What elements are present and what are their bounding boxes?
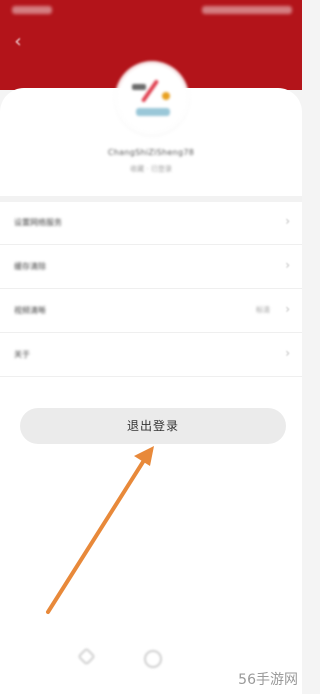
menu-item-label: 缓存清除 bbox=[14, 262, 46, 271]
back-button[interactable]: ‹ bbox=[8, 30, 28, 54]
profile-card bbox=[0, 88, 302, 694]
profile-subline: 收藏 · 已登录 bbox=[130, 165, 172, 173]
avatar[interactable] bbox=[118, 64, 186, 132]
avatar-art bbox=[136, 108, 170, 116]
chevron-right-icon: › bbox=[285, 214, 290, 228]
logout-button[interactable]: 退出登录 bbox=[20, 408, 286, 444]
menu-item[interactable]: 关于 › bbox=[0, 334, 302, 377]
chevron-left-icon: ‹ bbox=[14, 31, 22, 52]
chevron-right-icon: › bbox=[285, 302, 290, 316]
nav-back-icon[interactable] bbox=[77, 647, 96, 666]
menu-item-value: 标清 bbox=[256, 306, 270, 314]
status-bar-right bbox=[202, 6, 292, 14]
chevron-right-icon: › bbox=[285, 346, 290, 360]
status-bar bbox=[0, 0, 302, 24]
menu-item-label: 关于 bbox=[14, 350, 30, 359]
menu-item[interactable]: 设置网络服务 › bbox=[0, 202, 302, 245]
avatar-art bbox=[132, 84, 146, 90]
username: ChangShiZiSheng78 bbox=[107, 148, 195, 157]
status-bar-left bbox=[12, 6, 52, 14]
menu-item[interactable]: 缓存清除 › bbox=[0, 246, 302, 289]
avatar-art bbox=[162, 92, 170, 100]
chevron-right-icon: › bbox=[285, 258, 290, 272]
menu-item[interactable]: 视频清晰 标清 › bbox=[0, 290, 302, 333]
menu-item-label: 视频清晰 bbox=[14, 306, 46, 315]
avatar-art bbox=[140, 79, 160, 103]
nav-home-icon[interactable] bbox=[144, 650, 162, 668]
menu-item-label: 设置网络服务 bbox=[14, 218, 62, 227]
watermark: 56手游网 bbox=[232, 666, 302, 694]
